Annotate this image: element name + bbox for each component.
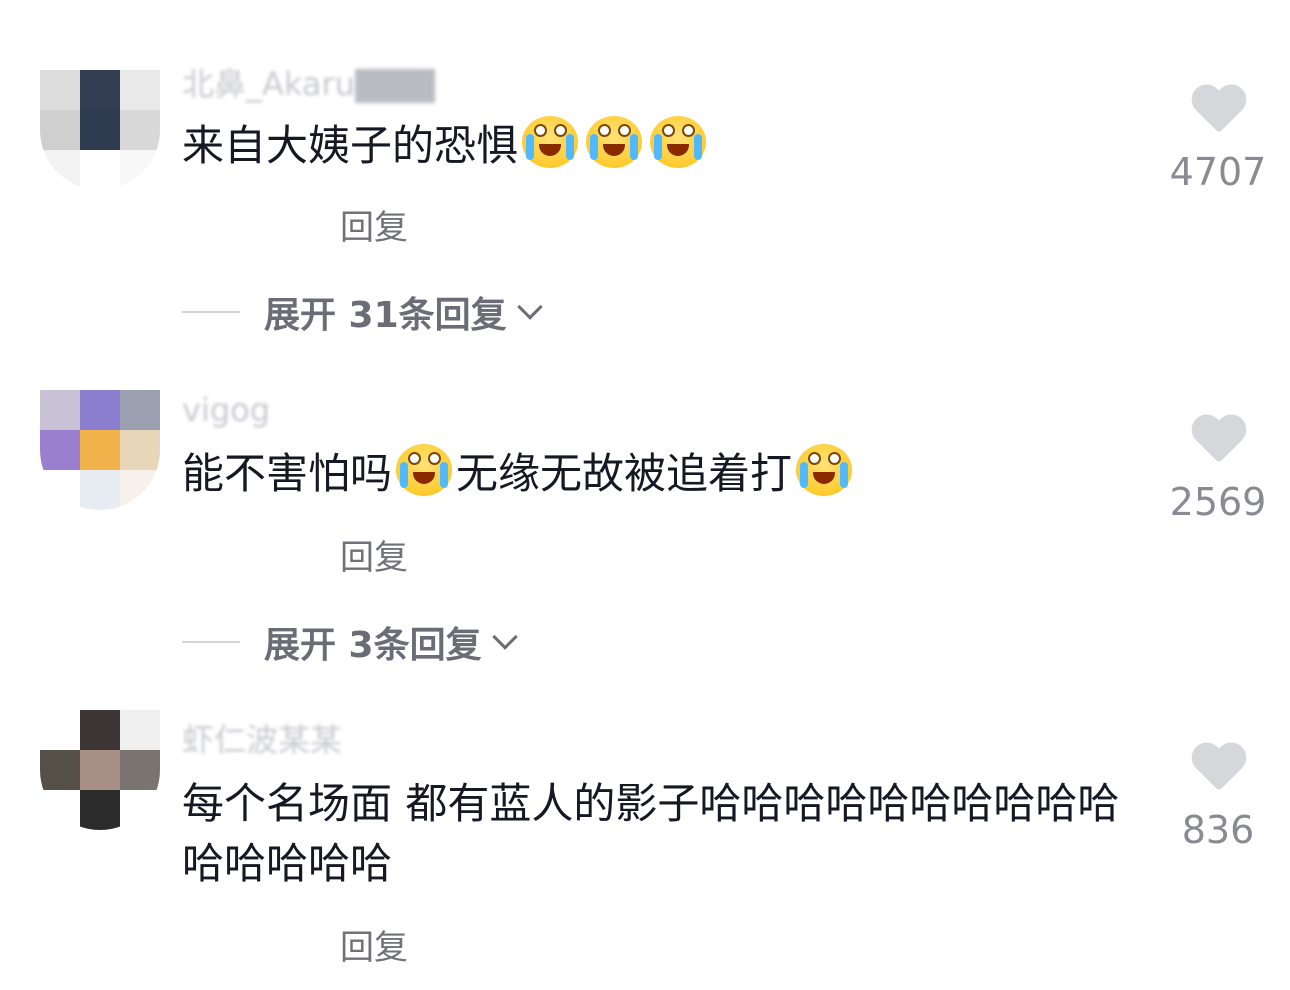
cry-laugh-emoji-icon — [796, 444, 853, 496]
timestamp — [182, 927, 282, 957]
heart-icon[interactable] — [1190, 416, 1246, 468]
reply-button[interactable]: 回复 — [340, 530, 408, 579]
cry-laugh-emoji-icon — [650, 116, 707, 168]
divider — [182, 641, 240, 643]
heart-icon[interactable] — [1190, 86, 1246, 138]
like-button[interactable]: 836 — [1158, 744, 1278, 852]
like-count: 4707 — [1169, 150, 1267, 194]
comment-text: 能不害怕吗 无缘无故被追着打 — [182, 444, 1132, 504]
chevron-down-icon — [491, 624, 518, 650]
comment-text: 来自大姨子的恐惧 — [182, 116, 1132, 176]
comment-meta: 回复 — [182, 530, 408, 578]
username[interactable]: 北鼻_Akaru — [182, 66, 435, 103]
like-button[interactable]: 4707 — [1158, 86, 1278, 194]
expand-replies-label: 展开 31条回复 — [264, 295, 507, 336]
comment-meta: 回复 — [182, 200, 408, 248]
avatar[interactable] — [40, 390, 160, 510]
timestamp — [182, 537, 282, 567]
reply-button[interactable]: 回复 — [340, 200, 408, 249]
like-count: 2569 — [1169, 480, 1267, 524]
cry-laugh-emoji-icon — [586, 116, 643, 168]
comment-item: 虾仁波某某 每个名场面 都有蓝人的影子哈哈哈哈哈哈哈哈哈哈哈哈哈哈哈 回复 83… — [0, 700, 1290, 990]
like-count: 836 — [1181, 808, 1255, 852]
divider — [182, 311, 240, 313]
expand-replies-label: 展开 3条回复 — [264, 625, 482, 666]
heart-icon[interactable] — [1190, 744, 1246, 796]
expand-replies-button[interactable]: 展开 3条回复 — [182, 616, 518, 668]
avatar[interactable] — [40, 710, 160, 830]
comment-text: 每个名场面 都有蓝人的影子哈哈哈哈哈哈哈哈哈哈哈哈哈哈哈 — [182, 779, 1120, 888]
timestamp — [182, 207, 282, 237]
avatar[interactable] — [40, 70, 160, 190]
cry-laugh-emoji-icon — [522, 116, 579, 168]
comment-meta: 回复 — [182, 920, 408, 968]
expand-replies-button[interactable]: 展开 31条回复 — [182, 286, 543, 338]
cry-laugh-emoji-icon — [396, 444, 453, 496]
comment-item: 北鼻_Akaru 来自大姨子的恐惧 回复 展开 31条回复 4707 — [0, 0, 1290, 336]
reply-button[interactable]: 回复 — [340, 920, 408, 969]
username[interactable]: 虾仁波某某 — [182, 722, 342, 758]
chevron-down-icon — [516, 294, 543, 320]
username[interactable]: vigog — [182, 392, 270, 428]
comment-item: vigog 能不害怕吗 无缘无故被追着打 回复 展开 3条回复 2569 — [0, 370, 1290, 666]
like-button[interactable]: 2569 — [1158, 416, 1278, 524]
